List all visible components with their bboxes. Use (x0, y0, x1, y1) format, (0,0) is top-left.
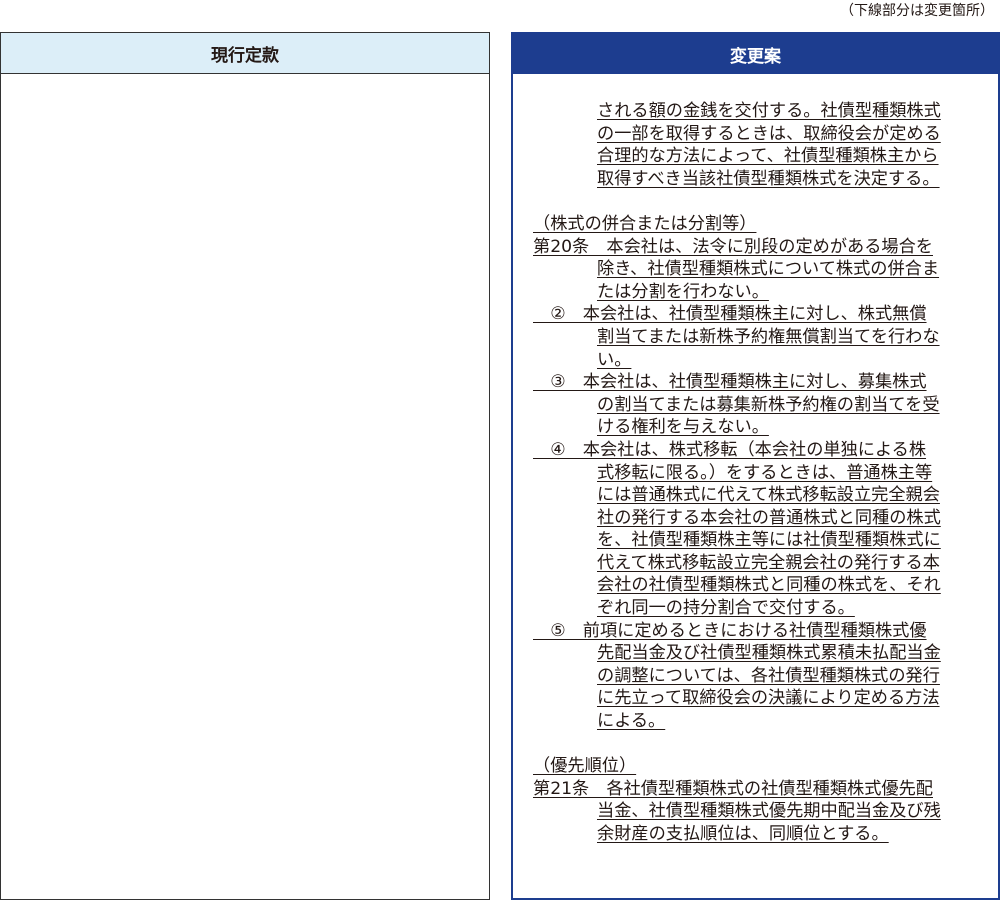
proposed-changes-column: 変更案 される額の金銭を交付する。社債型種類株式 の一部を取得するときは、取締役会… (511, 32, 1000, 900)
underlined-text: 割当てまたは新株予約権無償割当てを行わな (597, 326, 940, 347)
article-text-line: 第20条 本会社は、法令に別段の定めがある場合を (513, 236, 998, 259)
underlined-text: の調整については、各社債型種類株式の発行 (597, 665, 940, 686)
underlined-text: 先配当金及び社債型種類株式累積未払配当金 (597, 643, 941, 664)
article-text-line: 合理的な方法によって、社債型種類株主から (513, 145, 998, 168)
article-text-line: される額の金銭を交付する。社債型種類株式 (513, 100, 998, 123)
article-text-line: ぞれ同一の持分割合で交付する。 (513, 597, 998, 620)
underlined-text: （株式の併合または分割等） (533, 213, 757, 234)
underlined-text: 社の発行する本会社の普通株式と同種の株式 (597, 507, 941, 528)
underlined-text: ③ 本会社は、社債型種類株主に対し、募集株式 (533, 372, 927, 393)
underlined-text: 第21条 各社債型種類株式の社債型種類株式優先配 (533, 778, 933, 799)
underlined-text: の一部を取得するときは、取締役会が定める (597, 123, 941, 144)
article-text-line: 除き、社債型種類株式について株式の併合ま (513, 258, 998, 281)
underlined-text: 取得すべき当該社債型種類株式を決定する。 (597, 168, 940, 189)
article-text-line: 式移転に限る。）をするときは、普通株主等 (513, 462, 998, 485)
proposed-changes-header: 変更案 (513, 34, 998, 74)
current-articles-column: 現行定款 (0, 32, 490, 900)
proposed-changes-body: される額の金銭を交付する。社債型種類株式 の一部を取得するときは、取締役会が定める… (513, 74, 998, 846)
underlined-text: い。 (597, 349, 632, 370)
underlined-text: に先立って取締役会の決議により定める方法 (597, 688, 940, 709)
underlined-text: 代えて株式移転設立完全親会社の発行する本 (597, 552, 940, 573)
underlined-text: ⑤ 前項に定めるときにおける社債型種類株式優 (533, 620, 927, 641)
underlined-text: には普通株式に代えて株式移転設立完全親会 (597, 485, 940, 506)
article-text-line: の調整については、各社債型種類株式の発行 (513, 665, 998, 688)
article-text-line: 代えて株式移転設立完全親会社の発行する本 (513, 552, 998, 575)
underlined-text: ④ 本会社は、株式移転（本会社の単独による株 (533, 439, 927, 460)
current-articles-header: 現行定款 (1, 33, 489, 74)
underlined-text: （優先順位） (533, 756, 637, 777)
article-text-line: に先立って取締役会の決議により定める方法 (513, 687, 998, 710)
underlined-text: される額の金銭を交付する。社債型種類株式 (597, 101, 941, 121)
article-text-line: 先配当金及び社債型種類株式累積未払配当金 (513, 642, 998, 665)
underlined-text: の割当てまたは募集新株予約権の割当てを受 (597, 394, 940, 415)
article-text-line: 会社の社債型種類株式と同種の株式を、それ (513, 574, 998, 597)
underlined-text: による。 (597, 711, 666, 732)
current-articles-title: 現行定款 (211, 45, 279, 66)
article-text-line: 割当てまたは新株予約権無償割当てを行わな (513, 326, 998, 349)
article-text-line: を、社債型種類株主等には社債型種類株式に (513, 529, 998, 552)
underlined-text: 除き、社債型種類株式について株式の併合ま (597, 259, 940, 280)
article-text-line: の割当てまたは募集新株予約権の割当てを受 (513, 394, 998, 417)
article-text-line: 取得すべき当該社債型種類株式を決定する。 (513, 168, 998, 191)
article-text-line: ④ 本会社は、株式移転（本会社の単独による株 (513, 439, 998, 462)
underlined-text: ② 本会社は、社債型種類株主に対し、株式無償 (533, 304, 927, 325)
underlined-text: 当金、社債型種類株式優先期中配当金及び残 (597, 801, 941, 822)
article-text-line: たは分割を行わない。 (513, 281, 998, 304)
article-text-line: 当金、社債型種類株式優先期中配当金及び残 (513, 800, 998, 823)
proposed-changes-title: 変更案 (730, 46, 781, 67)
article-text-line: ける権利を与えない。 (513, 416, 998, 439)
underlined-text: ぞれ同一の持分割合で交付する。 (597, 598, 855, 619)
article-text-line: ② 本会社は、社債型種類株主に対し、株式無償 (513, 303, 998, 326)
article-text-line: 第21条 各社債型種類株式の社債型種類株式優先配 (513, 778, 998, 801)
article-text-line: ③ 本会社は、社債型種類株主に対し、募集株式 (513, 371, 998, 394)
underlined-text: を、社債型種類株主等には社債型種類株式に (597, 530, 941, 551)
underlined-text: 合理的な方法によって、社債型種類株主から (597, 146, 939, 167)
underlined-text: 第20条 本会社は、法令に別段の定めがある場合を (533, 236, 933, 257)
underlined-text: 式移転に限る。）をするときは、普通株主等 (597, 462, 933, 483)
article-text-line: による。 (513, 710, 998, 733)
article-text-line: ⑤ 前項に定めるときにおける社債型種類株式優 (513, 620, 998, 643)
underlined-text: 余財産の支払順位は、同順位とする。 (597, 824, 889, 844)
change-note: （下線部分は変更箇所） (840, 3, 994, 19)
article-text-line: の一部を取得するときは、取締役会が定める (513, 123, 998, 146)
underlined-text: たは分割を行わない。 (597, 281, 769, 302)
article-text-line: には普通株式に代えて株式移転設立完全親会 (513, 484, 998, 507)
underlined-text: ける権利を与えない。 (597, 417, 769, 438)
article-text-line: （優先順位） (513, 755, 998, 778)
article-text-line: 社の発行する本会社の普通株式と同種の株式 (513, 507, 998, 530)
article-text-line: 余財産の支払順位は、同順位とする。 (513, 823, 998, 846)
article-text-line: い。 (513, 349, 998, 372)
article-text-line: （株式の併合または分割等） (513, 213, 998, 236)
underlined-text: 会社の社債型種類株式と同種の株式を、それ (597, 575, 941, 596)
